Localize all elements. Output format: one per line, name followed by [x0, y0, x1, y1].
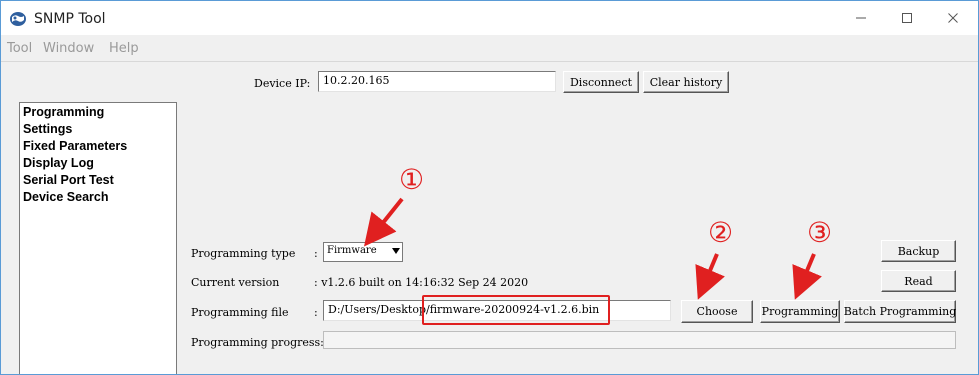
arrow-step-1 — [364, 197, 404, 247]
arrow-step-2 — [695, 253, 725, 300]
snmp-tool-window: SNMP Tool Tool Window Help Device IP: 10… — [0, 0, 979, 375]
arrow-step-3 — [792, 253, 822, 300]
annotation-arrows — [364, 197, 822, 300]
